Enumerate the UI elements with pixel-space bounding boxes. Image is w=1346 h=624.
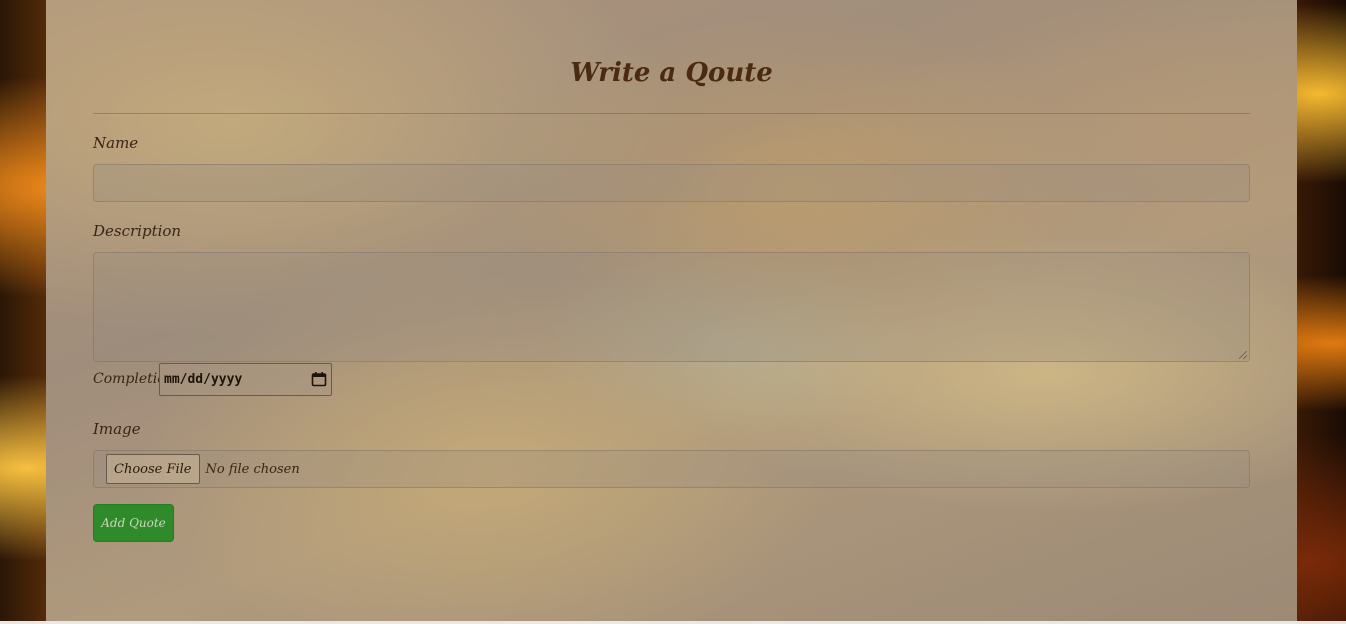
file-status-text: No file chosen bbox=[205, 461, 300, 477]
calendar-icon[interactable] bbox=[311, 371, 327, 387]
completion-row: Completion mm/dd/yyyy bbox=[93, 362, 1250, 396]
form-container: Write a Qoute Name Description Completio… bbox=[46, 0, 1297, 542]
form-card: Write a Qoute Name Description Completio… bbox=[46, 0, 1297, 624]
image-file-input[interactable]: Choose File No file chosen bbox=[93, 450, 1250, 488]
choose-file-button[interactable]: Choose File bbox=[106, 454, 200, 484]
name-label: Name bbox=[93, 134, 139, 152]
name-input[interactable] bbox=[93, 164, 1250, 202]
add-quote-button[interactable]: Add Quote bbox=[93, 504, 174, 542]
description-label: Description bbox=[93, 222, 182, 240]
completion-date-input[interactable]: mm/dd/yyyy bbox=[159, 362, 332, 396]
page-title: Write a Qoute bbox=[93, 0, 1250, 114]
image-label: Image bbox=[93, 420, 141, 438]
description-textarea[interactable] bbox=[93, 252, 1250, 362]
date-placeholder: mm/dd/yyyy bbox=[164, 371, 243, 387]
completion-label: Completion bbox=[93, 371, 159, 387]
resize-handle-icon[interactable] bbox=[1239, 351, 1247, 359]
